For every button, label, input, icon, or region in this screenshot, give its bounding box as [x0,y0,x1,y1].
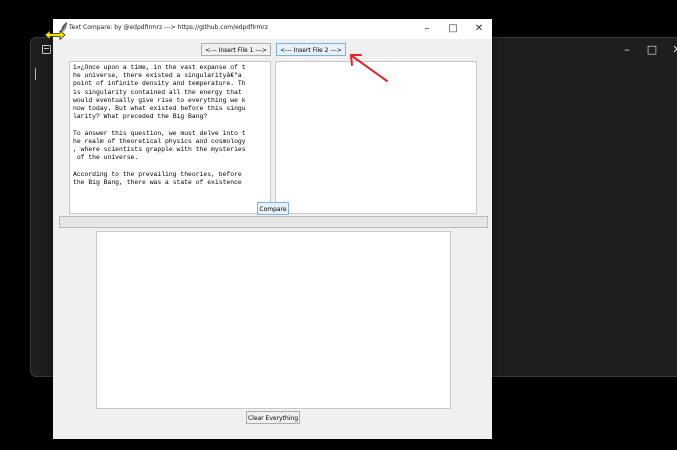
insert-file-1-button[interactable]: <--- Insert File 1 ---> [201,43,271,56]
resize-horizontal-icon [44,30,66,40]
compare-button[interactable]: Compare [257,202,289,215]
bg-minimize-icon[interactable]: – [616,41,638,59]
file-1-content: ï»¿Once upon a time, in the vast expanse… [73,64,246,186]
close-icon[interactable]: ✕ [466,19,492,39]
result-text-area[interactable] [96,231,451,409]
result-content [97,232,450,234]
insert-file-2-button[interactable]: <--- Insert File 2 ---> [276,43,346,56]
bg-maximize-icon[interactable]: □ [641,41,663,59]
bg-close-icon[interactable]: ✕ [666,41,677,59]
text-cursor [35,68,36,80]
compare-progress-bar [59,216,488,228]
maximize-icon[interactable]: □ [440,19,466,39]
background-app-icon [42,45,51,54]
file-1-text-area[interactable]: ï»¿Once upon a time, in the vast expanse… [69,61,271,214]
titlebar: Text Compare: by @edpdfIrmrz ---> https:… [53,19,492,39]
text-compare-window: Text Compare: by @edpdfIrmrz ---> https:… [53,19,492,439]
window-title: Text Compare: by @edpdfIrmrz ---> https:… [69,24,268,31]
minimize-icon[interactable]: – [414,19,440,39]
clear-everything-button[interactable]: Clear Everything [246,411,300,424]
arrow-icon [350,54,388,82]
